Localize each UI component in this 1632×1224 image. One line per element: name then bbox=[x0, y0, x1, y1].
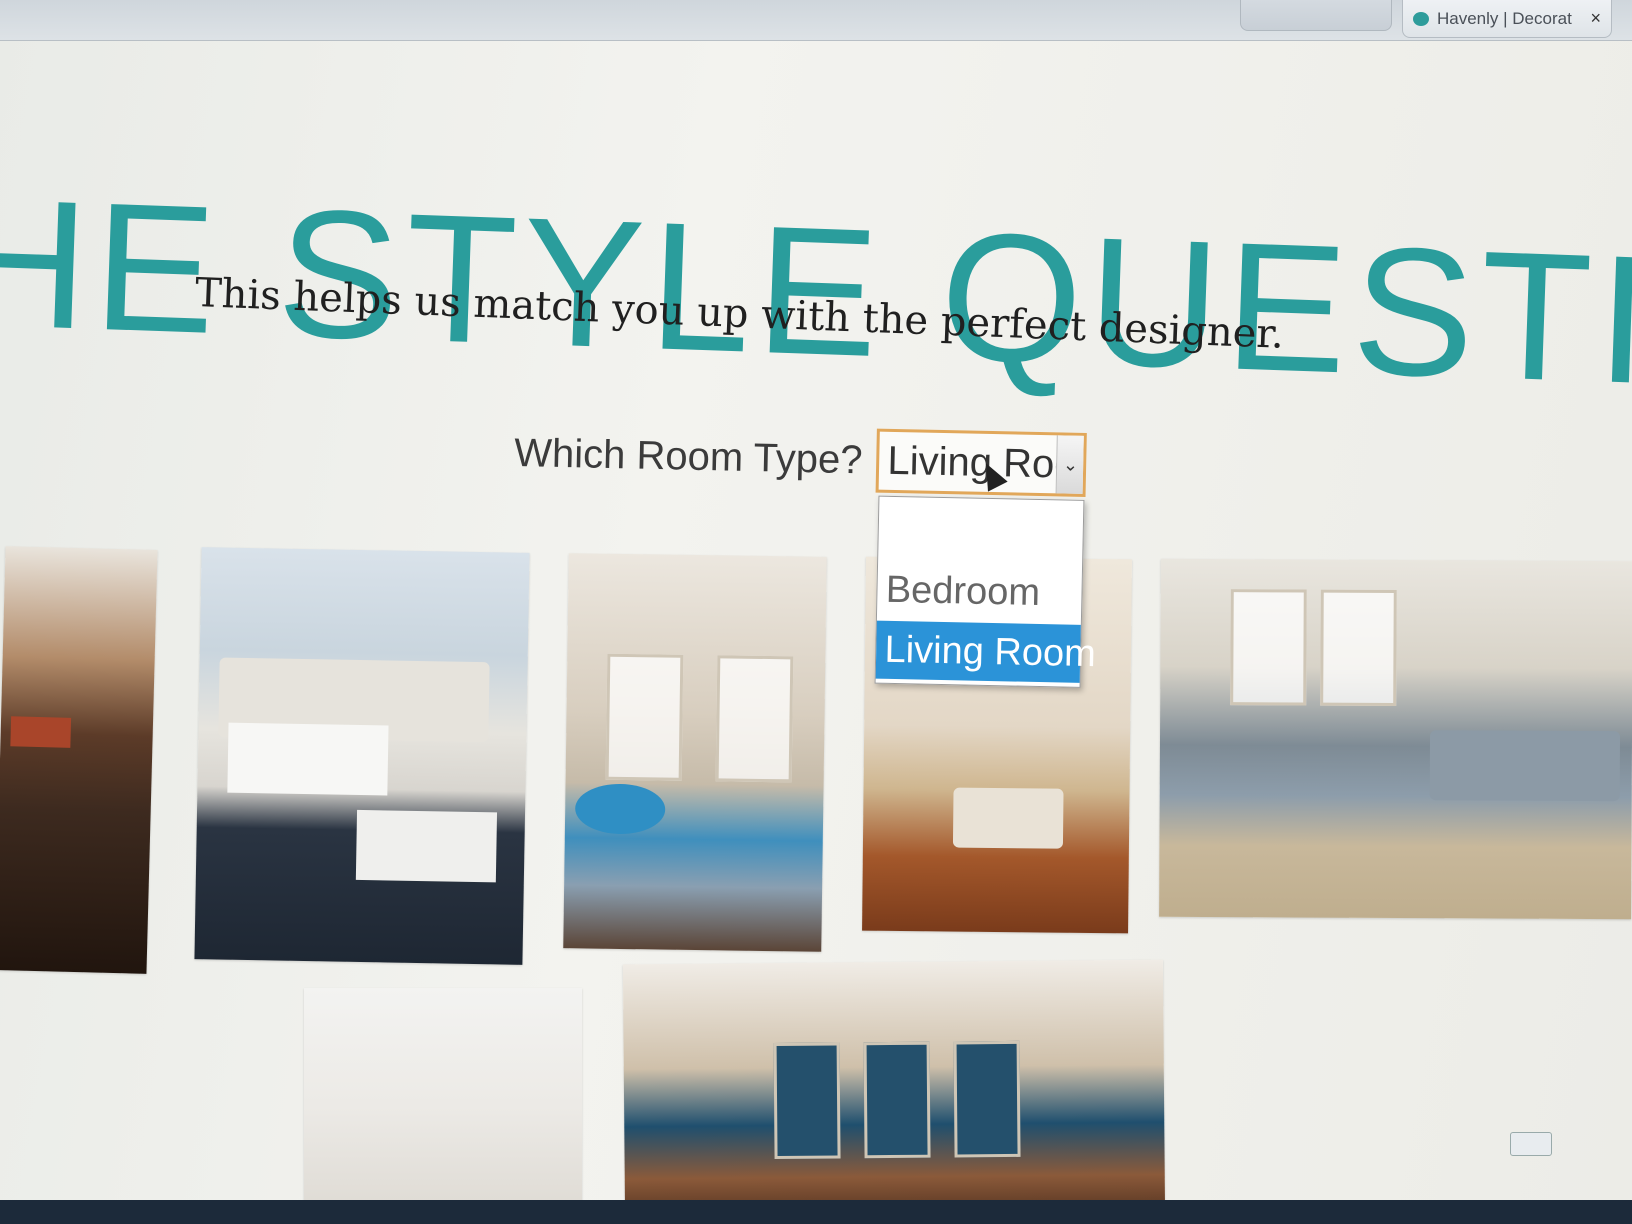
window-shape bbox=[1320, 589, 1397, 707]
taskbar bbox=[0, 1200, 1632, 1224]
tab-title: Havenly | Decorat bbox=[1437, 8, 1572, 28]
chaise-shape bbox=[952, 787, 1064, 849]
option-bedroom[interactable]: Bedroom bbox=[877, 561, 1082, 623]
window-shape bbox=[953, 1040, 1021, 1158]
coffee-table-shape bbox=[227, 722, 389, 796]
window-shape bbox=[715, 655, 794, 783]
window-shape bbox=[863, 1041, 931, 1159]
room-photo-6[interactable] bbox=[304, 988, 582, 1224]
option-living-room[interactable]: Living Room bbox=[875, 620, 1096, 683]
room-photo-1[interactable] bbox=[0, 546, 158, 974]
browser-chrome: Havenly | Decorat × bbox=[0, 0, 1632, 41]
room-type-dropdown: Bedroom Living Room bbox=[874, 495, 1096, 688]
room-photo-7[interactable] bbox=[622, 959, 1166, 1224]
photo-detail bbox=[10, 716, 72, 748]
window-shape bbox=[773, 1042, 841, 1160]
room-photo-3[interactable] bbox=[563, 553, 827, 952]
keyboard-tray-icon[interactable] bbox=[1510, 1132, 1552, 1156]
room-type-label: Which Room Type? bbox=[513, 430, 864, 482]
browser-tab-inactive[interactable] bbox=[1240, 0, 1392, 31]
room-type-select[interactable]: Living Room ⌄ Bedroom Living Room bbox=[874, 428, 1096, 688]
window-shape bbox=[1230, 589, 1307, 706]
screen: Havenly | Decorat × HE STYLE QUESTION Th… bbox=[0, 0, 1632, 1224]
ottoman-shape bbox=[574, 783, 666, 835]
browser-tab-active[interactable]: Havenly | Decorat × bbox=[1402, 0, 1612, 38]
room-photo-2[interactable] bbox=[194, 547, 530, 965]
room-type-selected-value: Living Room bbox=[887, 438, 1057, 487]
room-photo-5[interactable] bbox=[1159, 558, 1632, 920]
sofa-shape bbox=[1429, 730, 1621, 802]
chevron-down-icon[interactable]: ⌄ bbox=[1055, 435, 1085, 494]
bench-shape bbox=[355, 809, 498, 883]
room-type-row: Which Room Type? Living Room ⌄ Bedroom L… bbox=[513, 420, 1096, 688]
window-shape bbox=[605, 653, 684, 781]
close-icon[interactable]: × bbox=[1590, 8, 1601, 29]
havenly-favicon-icon bbox=[1413, 11, 1429, 26]
